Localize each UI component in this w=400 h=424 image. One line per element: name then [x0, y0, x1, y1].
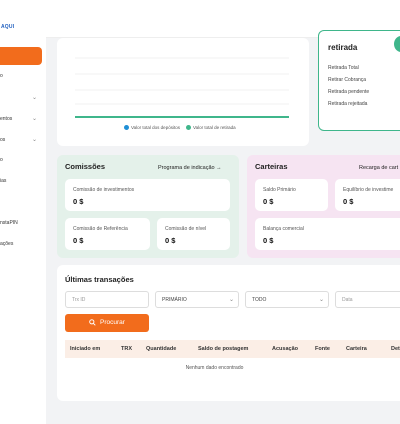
- chevron-down-icon[interactable]: ⌄: [32, 136, 37, 143]
- withdrawal-item: Retirada rejeitada: [328, 101, 368, 107]
- primary-balance-card: Saldo Primário 0 $: [255, 179, 328, 211]
- card-label: Balança comercial: [263, 226, 304, 232]
- wallet-recharge-link[interactable]: Recarga de cart: [359, 165, 398, 171]
- chevron-down-icon[interactable]: ⌄: [32, 94, 37, 101]
- chevron-down-icon: ⌄: [228, 297, 234, 303]
- commercial-balance-card: Balança comercial 0 $: [255, 218, 400, 250]
- card-value: 0 $: [73, 236, 84, 245]
- sidebar-item-6[interactable]: ias: [0, 178, 6, 184]
- chevron-down-icon[interactable]: ⌄: [32, 115, 37, 122]
- column-header[interactable]: TRX: [121, 346, 132, 352]
- card-label: Comissão de nível: [165, 226, 207, 232]
- withdrawal-item: Retirada pendente: [328, 89, 370, 95]
- transactions-card: Últimas transações Trx ID PRIMÁRIO ⌄ TOD…: [57, 265, 400, 401]
- card-value: 0 $: [263, 197, 274, 206]
- withdrawal-item: Retirar Cobrança: [328, 77, 367, 83]
- sidebar-item-3[interactable]: entos: [0, 116, 12, 122]
- type-select[interactable]: PRIMÁRIO ⌄: [155, 291, 239, 308]
- column-header[interactable]: Fonte: [315, 346, 330, 352]
- legend-item-withdrawals[interactable]: Valor total de retirada: [185, 125, 236, 131]
- withdrawal-item: Retirada Total: [328, 65, 359, 71]
- commissions-panel: Comissões Programa de indicação → Comiss…: [57, 155, 239, 258]
- card-value: 0 $: [165, 236, 176, 245]
- commissions-title: Comissões: [65, 162, 106, 171]
- sidebar: AQUI o ⌄ entos ⌄ os ⌄ o ias nstaPIN açõe…: [0, 0, 46, 424]
- investment-balance-card: Equilíbrio de investime 0 $: [335, 179, 400, 211]
- column-header[interactable]: Det: [391, 346, 400, 352]
- search-button-label: Procurar: [100, 319, 125, 326]
- card-label: Saldo Primário: [263, 187, 296, 193]
- withdrawal-card: retirada Retirada Total Retirar Cobrança…: [318, 30, 400, 131]
- level-commission-card: Comissão de nível 0 $: [157, 218, 230, 250]
- referral-program-link[interactable]: Programa de indicação →: [158, 165, 222, 171]
- wallets-panel: Carteiras Recarga de cart Saldo Primário…: [247, 155, 400, 258]
- referral-commission-card: Comissão de Referência 0 $: [65, 218, 150, 250]
- sidebar-item-4[interactable]: os: [0, 137, 5, 143]
- card-label: Comissão de Referência: [73, 226, 128, 232]
- table-header: Iniciado em TRX Quantidade Saldo de post…: [65, 340, 400, 358]
- column-header[interactable]: Carteira: [346, 346, 367, 352]
- sidebar-item-dashboard[interactable]: [0, 47, 42, 65]
- investment-commission-card: Comissão de investimentos 0 $: [65, 179, 230, 211]
- trx-id-input[interactable]: Trx ID: [65, 291, 149, 308]
- status-select[interactable]: TODO ⌄: [245, 291, 329, 308]
- column-header[interactable]: Iniciado em: [70, 346, 100, 352]
- wallets-title: Carteiras: [255, 162, 288, 171]
- column-header[interactable]: Quantidade: [146, 346, 176, 352]
- column-header[interactable]: Saldo de postagem: [198, 346, 248, 352]
- transactions-title: Últimas transações: [65, 275, 134, 284]
- date-input[interactable]: Data: [335, 291, 400, 308]
- empty-state: Nenhum dado encontrado: [185, 365, 244, 371]
- sidebar-item-1[interactable]: o: [0, 73, 3, 79]
- card-label: Equilíbrio de investime: [343, 187, 394, 193]
- sidebar-item-8[interactable]: nstaPIN: [0, 220, 18, 226]
- card-value: 0 $: [73, 197, 84, 206]
- type-select-value: PRIMÁRIO: [162, 297, 187, 303]
- card-label: Comissão de investimentos: [73, 187, 135, 193]
- sidebar-item-5[interactable]: o: [0, 157, 3, 163]
- card-value: 0 $: [263, 236, 274, 245]
- withdrawal-title: retirada: [328, 43, 358, 52]
- search-button[interactable]: Procurar: [65, 314, 149, 332]
- column-header[interactable]: Acusação: [272, 346, 298, 352]
- chart-legend: Valor total dos depósitos Valor total de…: [124, 125, 236, 131]
- sidebar-item-9[interactable]: ações: [0, 241, 13, 247]
- status-select-value: TODO: [252, 297, 267, 303]
- search-icon: [89, 318, 96, 326]
- legend-item-deposits[interactable]: Valor total dos depósitos: [124, 125, 180, 131]
- logo: AQUI: [1, 24, 15, 30]
- card-value: 0 $: [343, 197, 354, 206]
- chevron-down-icon: ⌄: [318, 297, 324, 303]
